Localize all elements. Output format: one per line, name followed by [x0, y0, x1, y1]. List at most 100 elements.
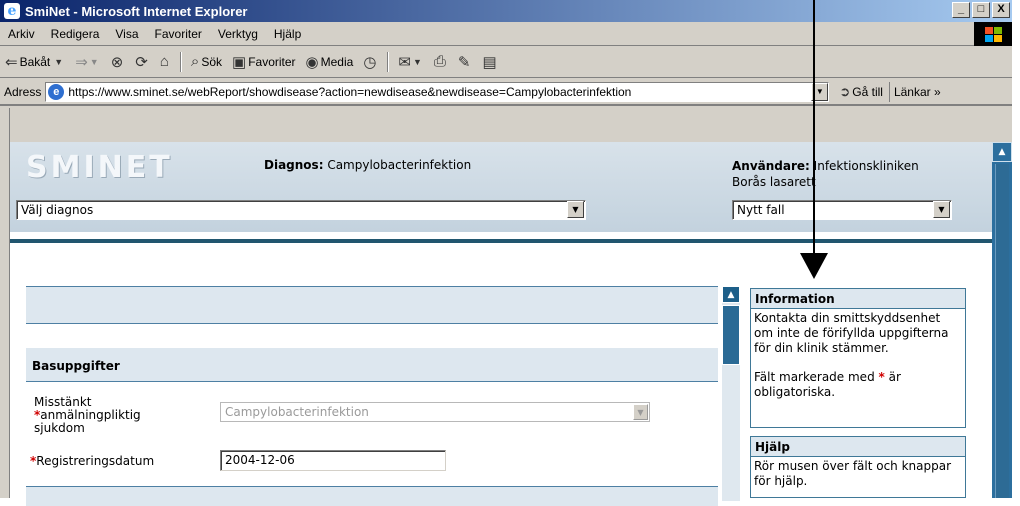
stop-icon: ⊗: [110, 53, 124, 71]
menu-favoriter[interactable]: Favoriter: [147, 27, 210, 41]
scroll-thumb[interactable]: [722, 305, 740, 365]
scroll-up-icon[interactable]: ▲: [992, 142, 1012, 162]
media-button[interactable]: ◉ Media: [301, 50, 359, 74]
regdate-row: *Registreringsdatum 2004-12-06: [26, 450, 718, 474]
chevron-down-icon[interactable]: ▼: [567, 201, 584, 218]
browser-window: e SmiNet - Microsoft Internet Explorer _…: [0, 0, 1012, 506]
app-header: SMINET Diagnos: Campylobacterinfektion A…: [10, 142, 992, 232]
sminet-logo: SMINET: [26, 150, 173, 185]
toolbar-separator: [179, 51, 182, 72]
address-url[interactable]: https://www.sminet.se/webReport/showdise…: [68, 85, 811, 99]
mail-button[interactable]: ✉ ▼: [393, 50, 429, 74]
refresh-button[interactable]: ⟳: [130, 50, 155, 74]
go-arrow-icon: ➲: [839, 84, 851, 99]
menu-hjalp[interactable]: Hjälp: [266, 27, 309, 41]
go-label: Gå till: [852, 85, 883, 99]
user-label: Användare:: [732, 159, 810, 173]
print-button[interactable]: ⎙: [429, 50, 453, 74]
home-button[interactable]: ⌂: [155, 50, 176, 74]
chevron-down-icon: ▼: [54, 56, 64, 67]
page-frame-top: [0, 108, 1012, 142]
menu-redigera[interactable]: Redigera: [43, 27, 108, 41]
chevron-down-icon: ▼: [412, 56, 422, 67]
page-scrollbar[interactable]: ▲: [992, 142, 1012, 498]
home-icon: ⌂: [159, 53, 169, 70]
chevron-down-icon: ▼: [633, 404, 648, 420]
information-body: Kontakta din smittskyddsenhet om inte de…: [751, 309, 965, 402]
required-note-start: Fält markerade med: [754, 370, 875, 384]
regdate-input[interactable]: 2004-12-06: [220, 450, 446, 471]
chevron-down-icon: ▼: [89, 56, 99, 67]
user-value: Infektionskliniken: [813, 159, 919, 173]
back-label: Bakåt: [19, 54, 51, 69]
form-band-bottom: [26, 486, 718, 506]
page-frame-left: [0, 108, 10, 498]
information-panel: Information Kontakta din smittskyddsenhe…: [750, 288, 966, 428]
menu-arkiv[interactable]: Arkiv: [0, 27, 43, 41]
address-bar: Adress e https://www.sminet.se/webReport…: [0, 80, 1012, 106]
menu-visa[interactable]: Visa: [107, 27, 146, 41]
windows-flag-icon: [974, 22, 1012, 46]
edit-icon: ✎: [457, 53, 471, 71]
user-info: Användare: Infektionskliniken Borås lasa…: [732, 158, 982, 190]
user-location: Borås lasarett: [732, 175, 816, 189]
mail-icon: ✉: [398, 53, 411, 71]
links-label: Länkar: [893, 85, 931, 99]
suspected-label-1: Misstänkt: [34, 395, 92, 409]
media-icon: ◉: [305, 53, 319, 71]
search-label: Sök: [201, 54, 222, 69]
print-icon: ⎙: [433, 53, 446, 70]
favorites-button[interactable]: ▣ Favoriter: [227, 50, 301, 74]
go-button[interactable]: ➲ Gå till: [833, 82, 890, 102]
refresh-icon: ⟳: [135, 53, 148, 71]
links-button[interactable]: Länkar »: [890, 85, 945, 99]
address-field[interactable]: e https://www.sminet.se/webReport/showdi…: [45, 82, 830, 102]
scroll-track[interactable]: [995, 164, 1009, 498]
regdate-label-text: Registreringsdatum: [36, 454, 155, 468]
required-note: Fält markerade med * är obligatoriska.: [754, 370, 962, 400]
diagnosis-value: Campylobacterinfektion: [327, 158, 472, 172]
section-heading: Basuppgifter: [26, 348, 718, 382]
favorites-label: Favoriter: [248, 54, 296, 69]
suspected-disease-value: Campylobacterinfektion: [225, 405, 369, 419]
regdate-label: *Registreringsdatum: [30, 455, 154, 468]
media-label: Media: [320, 54, 354, 69]
edit-button[interactable]: ✎: [453, 50, 478, 74]
forward-arrow-icon: ⇒: [75, 53, 88, 71]
header-rule: [10, 239, 992, 243]
ie-icon: e: [4, 3, 20, 19]
menu-verktyg[interactable]: Verktyg: [210, 27, 266, 41]
toolbar: ⇐ Bakåt ▼ ⇒ ▼ ⊗ ⟳ ⌂ ⌕ Sök ▣ Favoriter ◉ …: [0, 46, 1012, 78]
address-label: Adress: [4, 85, 42, 99]
information-title: Information: [751, 289, 965, 309]
scroll-up-icon[interactable]: ▲: [722, 286, 740, 303]
discuss-button[interactable]: ▤: [478, 50, 504, 74]
close-button[interactable]: X: [992, 2, 1010, 18]
minimize-button[interactable]: _: [952, 2, 970, 18]
title-bar: e SmiNet - Microsoft Internet Explorer _…: [0, 0, 1012, 22]
window-title: SmiNet - Microsoft Internet Explorer: [25, 3, 248, 19]
page-icon: e: [48, 84, 65, 100]
maximize-button[interactable]: □: [972, 2, 990, 18]
suspected-label-3: sjukdom: [34, 421, 85, 435]
case-select-value: Nytt fall: [737, 203, 785, 217]
case-select[interactable]: Nytt fall ▼: [732, 200, 952, 220]
help-title: Hjälp: [751, 437, 965, 457]
back-button[interactable]: ⇐ Bakåt ▼: [0, 50, 70, 74]
form-scrollbar[interactable]: ▲: [722, 286, 740, 501]
favorites-icon: ▣: [232, 53, 247, 71]
help-text: Rör musen över fält och knappar för hjäl…: [754, 459, 952, 488]
form-band: [26, 286, 718, 324]
forward-button[interactable]: ⇒ ▼: [70, 50, 106, 74]
history-button[interactable]: ◷: [358, 50, 383, 74]
chevron-down-icon[interactable]: ▼: [933, 201, 950, 218]
stop-button[interactable]: ⊗: [106, 50, 131, 74]
diagnosis-select[interactable]: Välj diagnos ▼: [16, 200, 586, 220]
annotation-arrow-head: [800, 253, 828, 279]
toolbar-separator: [387, 51, 390, 72]
suspected-disease-row: Misstänkt *anmälningpliktig sjukdom Camp…: [26, 396, 718, 444]
diagnosis-select-value: Välj diagnos: [21, 203, 94, 217]
search-icon: ⌕: [190, 53, 200, 70]
form-band-divider: [26, 323, 718, 324]
search-button[interactable]: ⌕ Sök: [186, 50, 227, 74]
